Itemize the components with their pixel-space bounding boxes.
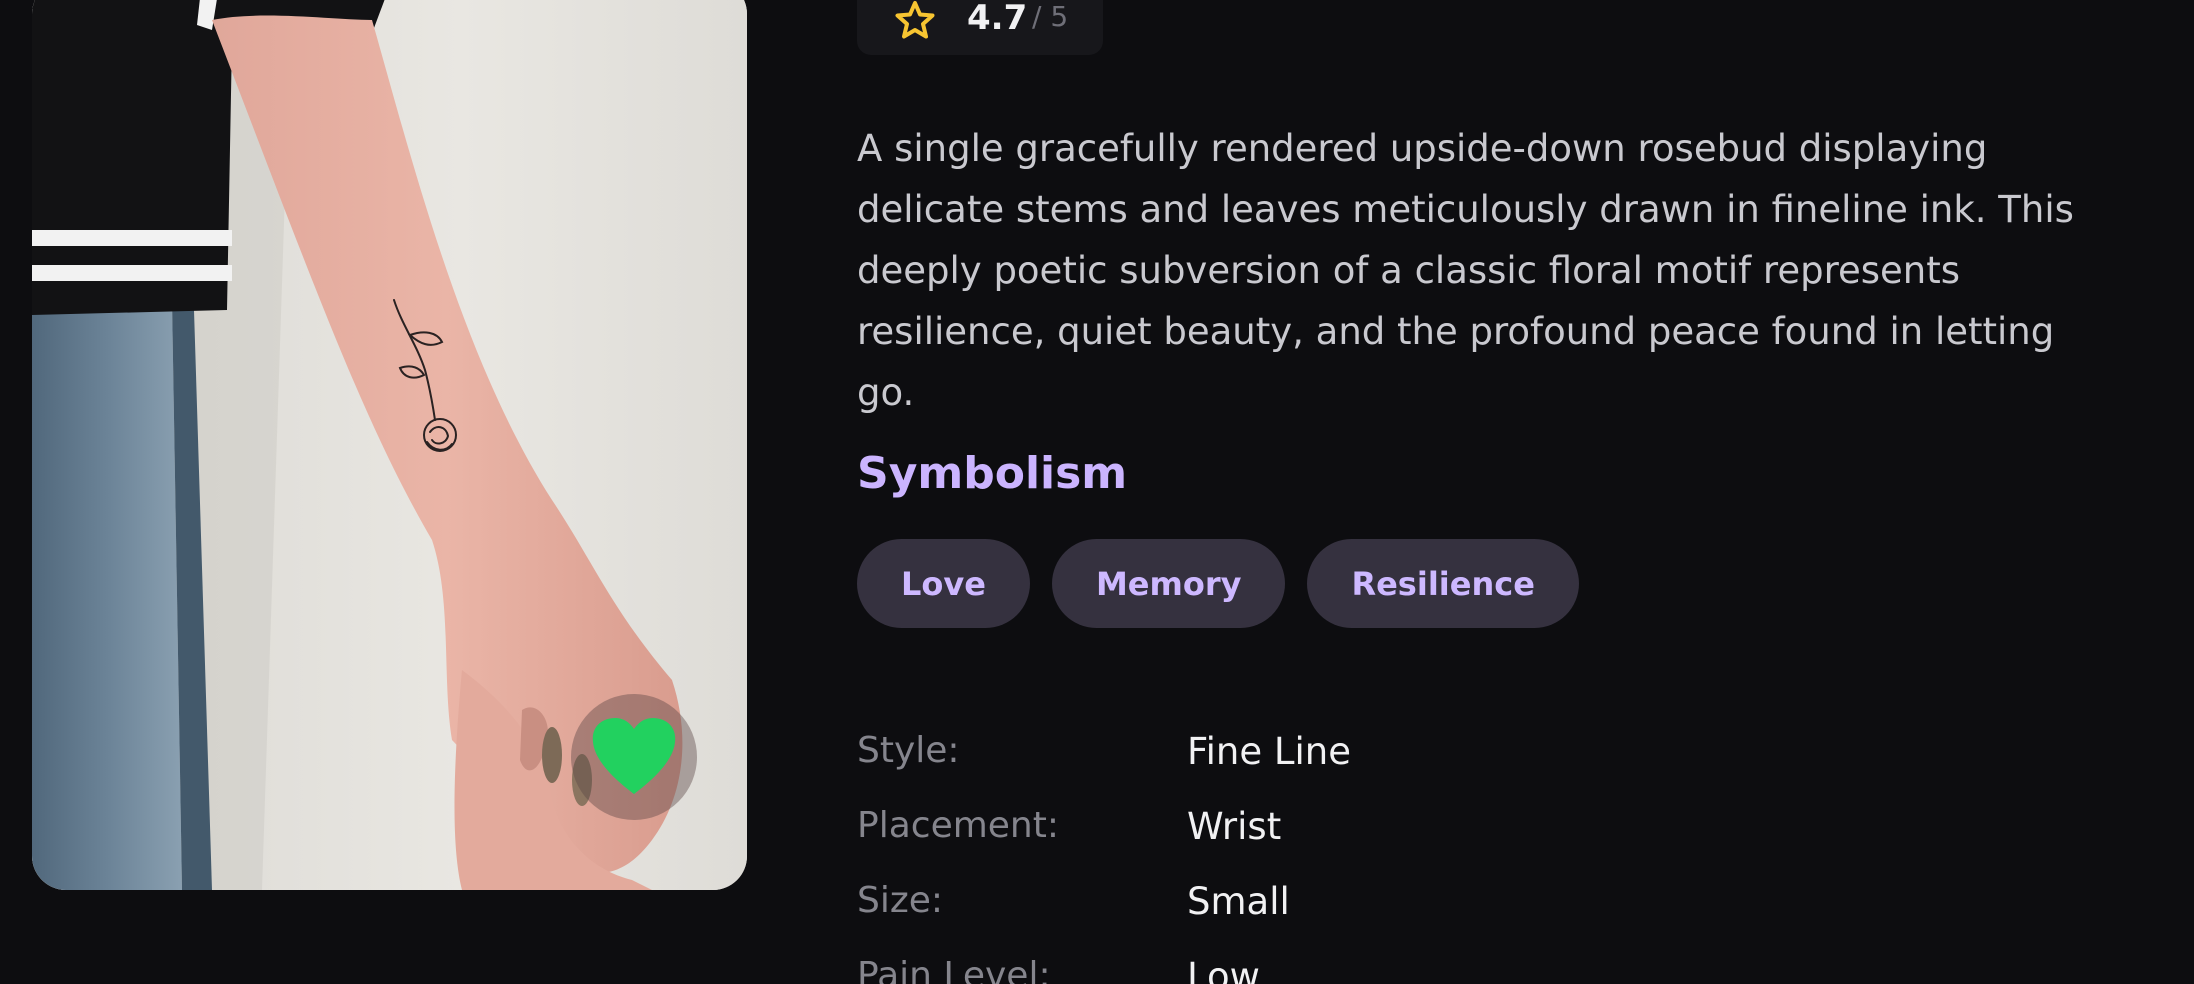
attribute-value: Wrist: [1187, 805, 1282, 848]
heart-icon: [592, 718, 676, 794]
attribute-row-pain-level: Pain Level: Low: [857, 949, 1757, 984]
attribute-value: Low: [1187, 955, 1260, 984]
tattoo-detail-page: 4.7 / 5 A single gracefully rendered ups…: [0, 0, 2194, 984]
symbolism-title: Symbolism: [857, 448, 1128, 499]
tag-memory[interactable]: Memory: [1051, 539, 1286, 628]
rating-max: / 5: [1032, 0, 1069, 33]
attribute-label: Pain Level:: [857, 955, 1051, 984]
rating-box: 4.7 / 5: [857, 0, 1103, 55]
favorite-button[interactable]: [571, 694, 697, 820]
tag-resilience[interactable]: Resilience: [1307, 539, 1579, 628]
tag-love[interactable]: Love: [857, 539, 1030, 628]
attribute-row-style: Style: Fine Line: [857, 724, 1757, 799]
attribute-row-size: Size: Small: [857, 874, 1757, 949]
attribute-label: Style:: [857, 730, 960, 771]
attribute-label: Size:: [857, 880, 944, 921]
symbolism-tags: Love Memory Resilience: [857, 539, 1579, 628]
rating-value: 4.7: [967, 0, 1028, 38]
tattoo-image-card: [32, 0, 747, 890]
attribute-label: Placement:: [857, 805, 1059, 846]
attribute-list: Style: Fine Line Placement: Wrist Size: …: [857, 724, 1757, 984]
attribute-row-placement: Placement: Wrist: [857, 799, 1757, 874]
star-icon: [895, 1, 935, 39]
tattoo-description: A single gracefully rendered upside-down…: [857, 127, 2074, 414]
attribute-value: Fine Line: [1187, 730, 1351, 773]
attribute-value: Small: [1187, 880, 1290, 923]
